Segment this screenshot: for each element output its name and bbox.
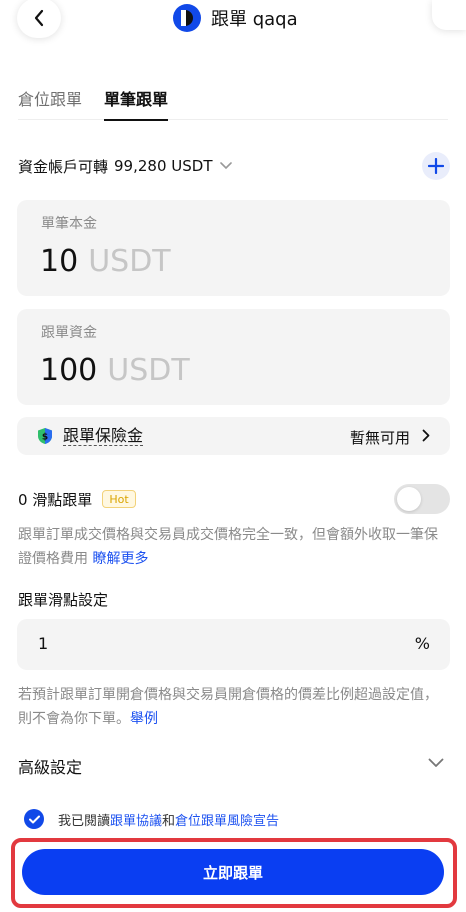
principal-value-wrap: 10 USDT (40, 244, 171, 279)
available-label: 資金帳戶可轉 (18, 157, 109, 176)
more-button[interactable] (432, 0, 466, 30)
copy-agreement-link[interactable]: 跟單協議 (110, 814, 162, 829)
slippage-setting-note-text: 若預計跟單訂單開倉價格與交易員開倉價格的價差比例超過設定值，則不會為你下單。 (18, 687, 438, 727)
zero-slippage-label: 0 滑點跟單 (18, 490, 93, 509)
tab-bar: 倉位跟單 單筆跟單 (18, 86, 448, 121)
principal-label: 單筆本金 (41, 216, 97, 232)
zero-slippage-toggle[interactable] (394, 484, 450, 514)
slippage-setting-label: 跟單滑點設定 (18, 591, 109, 609)
available-balance-row: 資金帳戶可轉 99,280 USDT (18, 152, 450, 180)
agreement-conj: 和 (162, 813, 176, 829)
funds-value-wrap: 100 USDT (40, 353, 190, 388)
example-link[interactable]: 舉例 (130, 711, 158, 727)
back-button[interactable] (17, 0, 61, 38)
top-bar: 跟單 qaqa (0, 0, 466, 40)
principal-value: 10 (40, 244, 79, 279)
funds-label: 跟單資金 (41, 325, 97, 341)
agreement-row: 我已閱讀跟單協議和倉位跟單風險宣告 (24, 808, 444, 830)
insurance-status: 暫無可用 (349, 429, 410, 447)
trader-avatar (173, 4, 201, 32)
copy-now-button[interactable]: 立即跟單 (22, 849, 444, 895)
slippage-input-unit: % (414, 634, 430, 653)
available-value: 99,280 USDT (114, 157, 213, 175)
page-title: 跟單 qaqa (211, 9, 298, 30)
insurance-label: 跟單保險金 (63, 426, 144, 446)
principal-input[interactable]: 單筆本金 10 USDT (17, 200, 450, 296)
tab-single-copy[interactable]: 單筆跟單 (104, 86, 169, 121)
zero-slippage-row: 0 滑點跟單 Hot (18, 484, 450, 514)
agreement-checkbox[interactable] (24, 809, 44, 829)
hot-badge: Hot (102, 490, 136, 508)
check-icon (28, 815, 40, 823)
toggle-knob (397, 487, 421, 511)
tab-position-copy[interactable]: 倉位跟單 (18, 86, 82, 120)
chevron-down-icon[interactable] (220, 162, 233, 170)
agreement-prefix: 我已閱讀 (58, 813, 111, 829)
svg-text:$: $ (42, 433, 48, 443)
chevron-left-icon (34, 9, 44, 27)
advanced-settings-label: 高級設定 (18, 758, 83, 777)
funds-input[interactable]: 跟單資金 100 USDT (17, 309, 450, 405)
slippage-input-value: 1 (38, 634, 49, 653)
advanced-settings-row[interactable]: 高級設定 (18, 754, 448, 782)
insurance-row[interactable]: $ 跟單保險金 暫無可用 (17, 417, 450, 455)
learn-more-link[interactable]: 瞭解更多 (92, 551, 148, 567)
chevron-down-icon (428, 758, 444, 767)
header-title-group: 跟單 qaqa (173, 4, 298, 32)
principal-unit: USDT (88, 244, 171, 279)
shield-dollar-icon: $ (38, 428, 52, 444)
zero-slippage-note: 跟單訂單成交價格與交易員成交價格完全一致，但會額外收取一筆保證價格費用 瞭解更多 (18, 523, 448, 571)
slippage-setting-note: 若預計跟單訂單開倉價格與交易員開倉價格的價差比例超過設定值，則不會為你下單。舉例 (18, 683, 448, 731)
risk-disclosure-link[interactable]: 倉位跟單風險宣告 (175, 814, 279, 829)
zero-slippage-note-text: 跟單訂單成交價格與交易員成交價格完全一致，但會額外收取一筆保證價格費用 (18, 527, 438, 567)
chevron-right-icon (422, 429, 430, 442)
funds-unit: USDT (107, 353, 190, 388)
agreement-text: 我已閱讀跟單協議和倉位跟單風險宣告 (58, 810, 279, 829)
transfer-add-button[interactable] (422, 152, 450, 180)
funds-value: 100 (40, 353, 98, 388)
plus-icon (428, 158, 444, 174)
slippage-input[interactable]: 1 % (17, 619, 450, 670)
